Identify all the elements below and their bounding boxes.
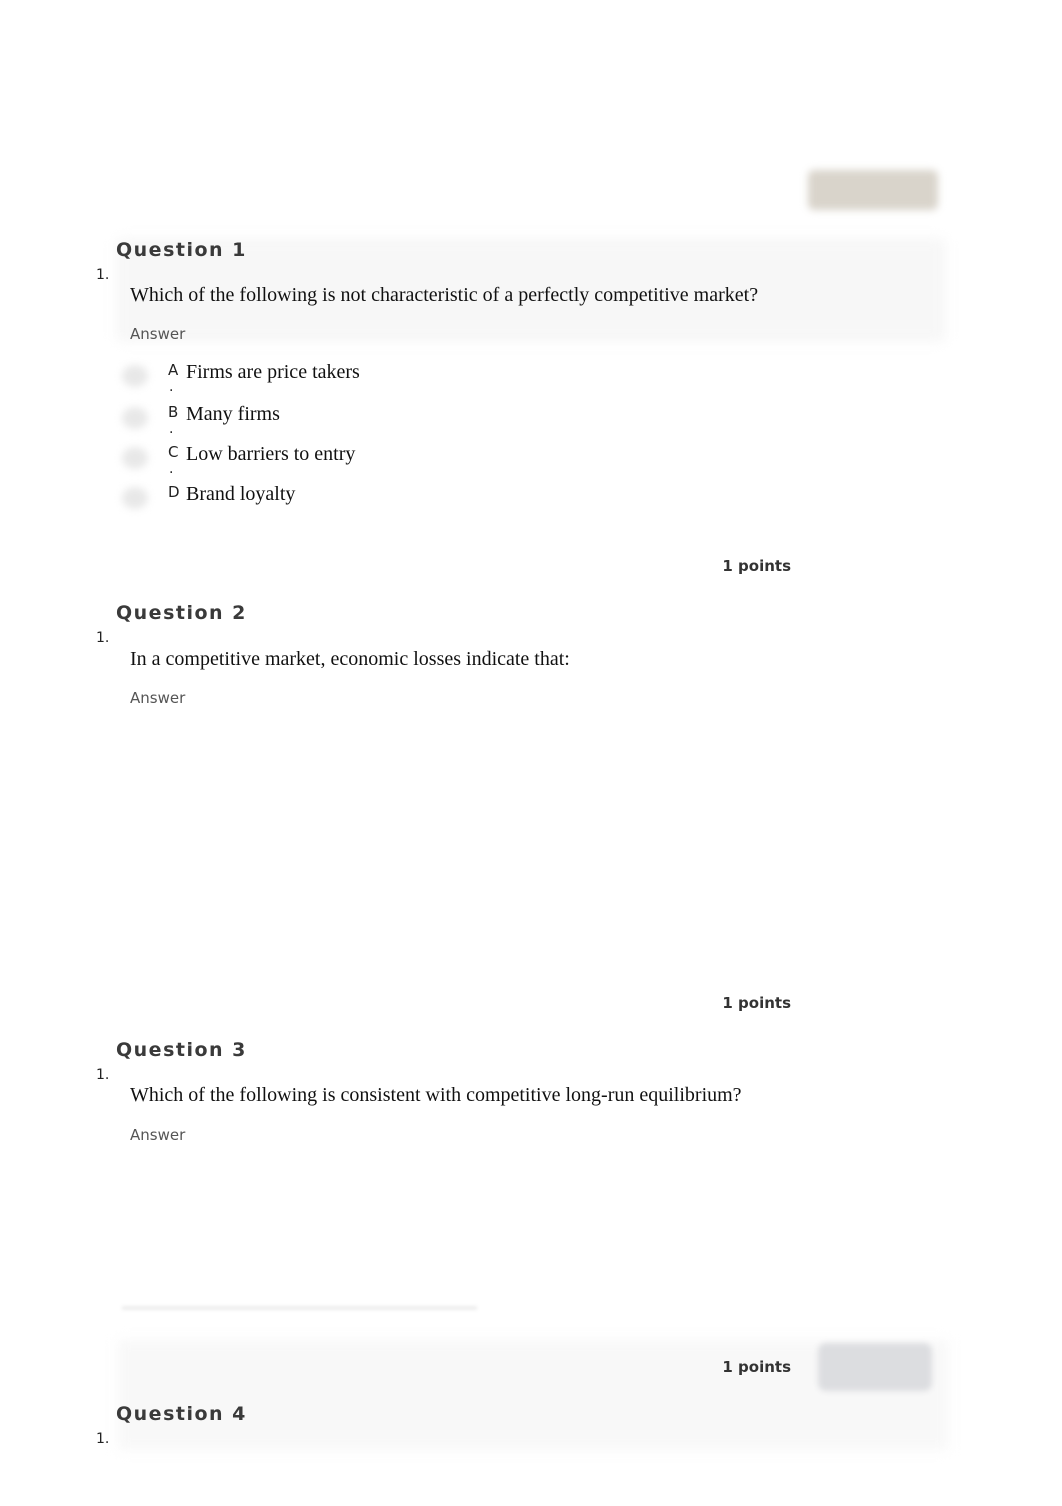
points-label: 1 points (722, 1358, 791, 1376)
option-text: Firms are price takers (186, 361, 360, 383)
question-number: 1. (96, 267, 110, 283)
option-dot: . (169, 421, 174, 437)
question-number: 1. (96, 1067, 110, 1083)
radio-button[interactable] (122, 365, 148, 387)
radio-button[interactable] (122, 487, 148, 509)
question-title: Question 2 (116, 602, 247, 624)
answer-label: Answer (130, 325, 186, 343)
question-title: Question 1 (116, 239, 247, 261)
question-title: Question 3 (116, 1039, 247, 1061)
radio-button[interactable] (122, 407, 148, 429)
answer-label: Answer (130, 1126, 186, 1144)
option-letter: D (168, 483, 180, 501)
question-title: Question 4 (116, 1403, 247, 1425)
points-pill-background (818, 1343, 932, 1391)
option-letter: C (168, 443, 179, 461)
option-dot: . (169, 461, 174, 477)
blurred-action-button[interactable] (808, 170, 938, 210)
option-letter: A (168, 361, 179, 379)
answer-label: Answer (130, 689, 186, 707)
option-dot: . (169, 379, 174, 395)
blurred-divider (122, 1306, 477, 1310)
points-label: 1 points (722, 557, 791, 575)
question-number: 1. (96, 1431, 110, 1447)
option-text: Low barriers to entry (186, 443, 356, 465)
question-text: Which of the following is not characteri… (130, 284, 759, 306)
option-text: Brand loyalty (186, 483, 296, 505)
points-label: 1 points (722, 994, 791, 1012)
question-text: Which of the following is consistent wit… (130, 1084, 742, 1106)
option-letter: B (168, 403, 179, 421)
option-text: Many firms (186, 403, 280, 425)
question-number: 1. (96, 630, 110, 646)
question-text: In a competitive market, economic losses… (130, 648, 570, 670)
radio-button[interactable] (122, 447, 148, 469)
